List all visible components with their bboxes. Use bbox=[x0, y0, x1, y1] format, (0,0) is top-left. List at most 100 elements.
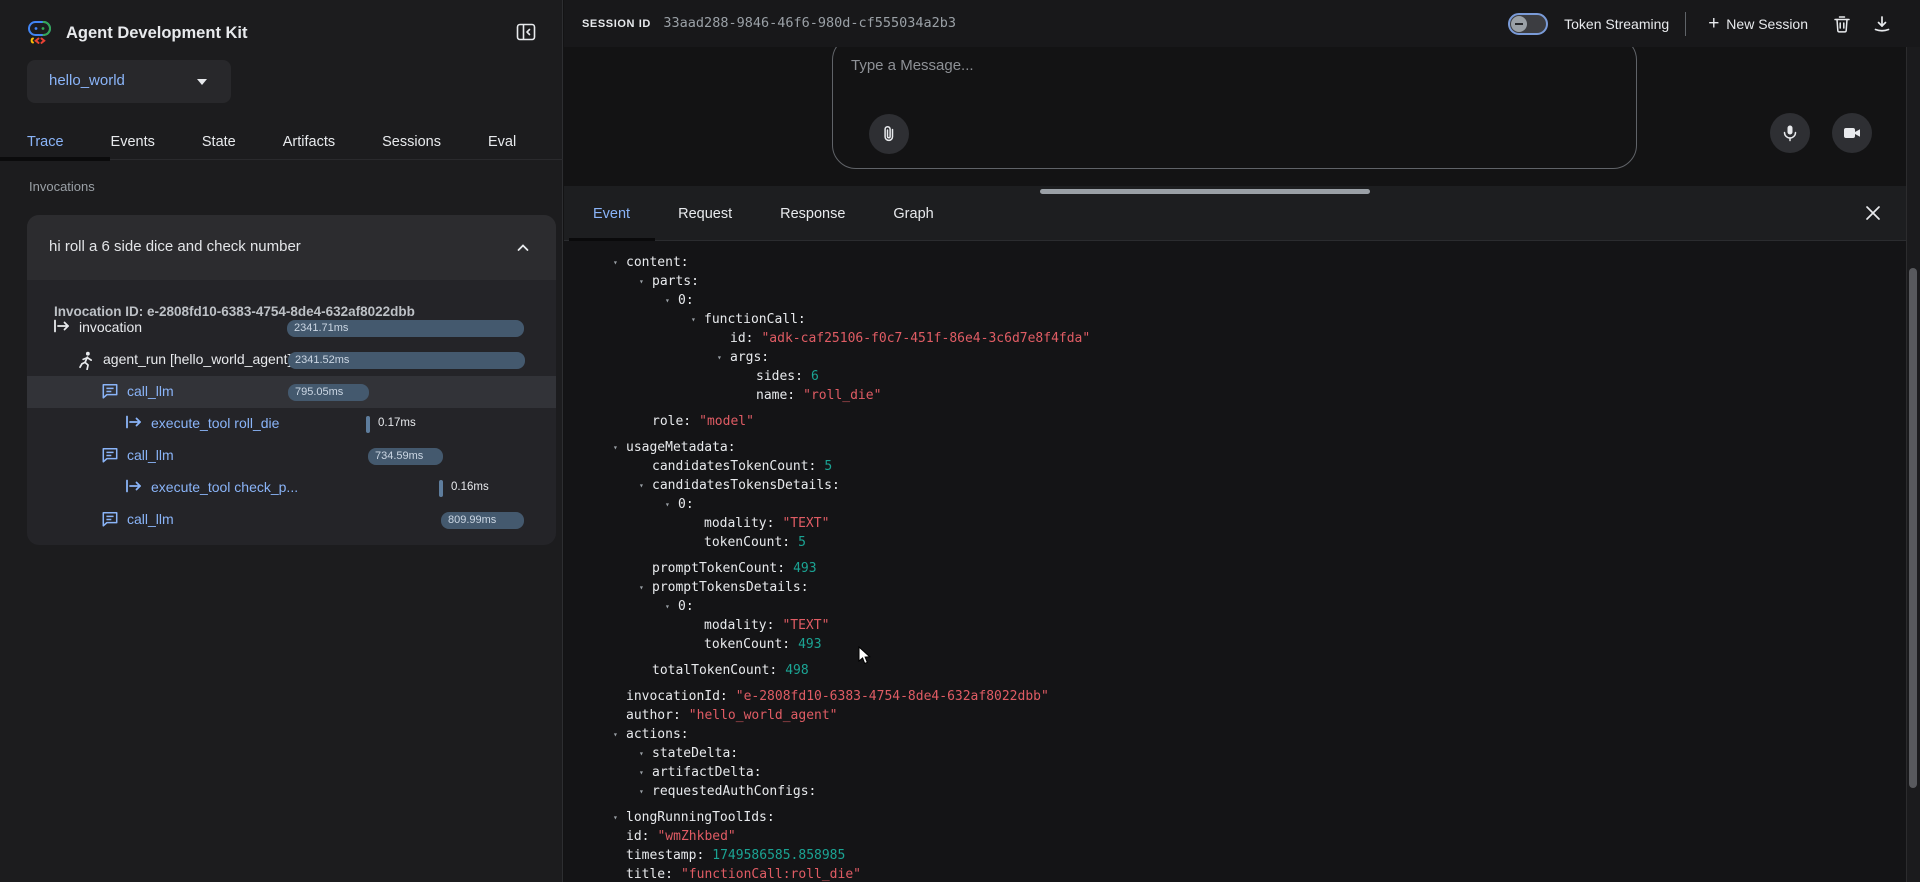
sidebar-tab-state[interactable]: State bbox=[202, 124, 236, 159]
expand-toggle-icon[interactable] bbox=[613, 808, 626, 827]
delete-session-button[interactable] bbox=[1830, 12, 1854, 36]
expand-toggle-icon[interactable] bbox=[639, 763, 652, 782]
trace-duration-bar bbox=[366, 416, 370, 433]
sidebar-tab-artifacts[interactable]: Artifacts bbox=[283, 124, 335, 159]
json-line: 0: bbox=[595, 597, 1904, 616]
token-streaming-toggle[interactable] bbox=[1508, 13, 1548, 35]
sidebar-tab-eval[interactable]: Eval bbox=[488, 124, 516, 159]
detail-tab-response[interactable]: Response bbox=[756, 186, 869, 241]
expand-toggle-icon[interactable] bbox=[665, 597, 678, 616]
trace-row[interactable]: execute_tool check_p... 0.16ms bbox=[27, 472, 556, 504]
json-key: title: bbox=[626, 867, 673, 882]
message-input[interactable]: Type a Message... bbox=[851, 57, 974, 74]
trace-span-label: execute_tool roll_die bbox=[151, 415, 279, 431]
message-composer: Type a Message... bbox=[832, 47, 1637, 169]
collapse-sidebar-icon[interactable] bbox=[514, 21, 538, 45]
adk-robot-logo-icon bbox=[25, 17, 55, 47]
json-key: invocationId: bbox=[626, 689, 728, 704]
json-line: candidatesTokensDetails: bbox=[595, 476, 1904, 495]
expand-toggle-icon[interactable] bbox=[665, 291, 678, 310]
trace-duration-label: 0.16ms bbox=[451, 481, 489, 493]
json-line: actions: bbox=[595, 725, 1904, 744]
expand-toggle-icon[interactable] bbox=[639, 476, 652, 495]
attach-file-button[interactable] bbox=[869, 114, 909, 154]
invocation-card-header[interactable]: hi roll a 6 side dice and check number bbox=[27, 215, 556, 280]
json-line: sides:6 bbox=[595, 367, 1904, 386]
session-id-value: 33aad288-9846-46f6-980d-cf555034a2b3 bbox=[663, 15, 956, 31]
json-value: "e-2808fd10-6383-4754-8de4-632af8022dbb" bbox=[736, 689, 1049, 704]
trace-row[interactable]: agent_run [hello_world_agent]2341.52ms bbox=[27, 344, 556, 376]
json-line: tokenCount:493 bbox=[595, 635, 1904, 654]
new-session-button[interactable]: + New Session bbox=[1702, 15, 1814, 33]
json-key: role: bbox=[652, 414, 691, 429]
json-line: id:"adk-caf25106-f0c7-451f-86e4-3c6d7e8f… bbox=[595, 329, 1904, 348]
trace-duration-bar: 795.05ms bbox=[288, 384, 369, 401]
trace-row[interactable]: execute_tool roll_die0.17ms bbox=[27, 408, 556, 440]
sidebar-tab-sessions[interactable]: Sessions bbox=[382, 124, 441, 159]
expand-toggle-icon[interactable] bbox=[665, 495, 678, 514]
expand-toggle-icon[interactable] bbox=[639, 744, 652, 763]
expand-toggle-icon[interactable] bbox=[639, 578, 652, 597]
detail-tab-request[interactable]: Request bbox=[654, 186, 756, 241]
export-session-button[interactable] bbox=[1870, 12, 1894, 36]
detail-tab-graph[interactable]: Graph bbox=[869, 186, 957, 241]
json-key: candidatesTokensDetails: bbox=[652, 478, 840, 493]
trace-row[interactable]: call_llm809.99ms bbox=[27, 504, 556, 536]
trace-row[interactable]: call_llm795.05ms bbox=[27, 376, 556, 408]
detail-tab-event[interactable]: Event bbox=[569, 186, 654, 241]
json-key: candidatesTokenCount: bbox=[652, 459, 816, 474]
runner-icon bbox=[77, 351, 95, 369]
json-value: "adk-caf25106-f0c7-451f-86e4-3c6d7e8f4fd… bbox=[761, 331, 1090, 346]
bar-arrow-icon bbox=[125, 479, 142, 493]
expand-toggle-icon[interactable] bbox=[691, 310, 704, 329]
json-line: role: "model" bbox=[595, 412, 1904, 431]
adk-web-app: Agent Development Kit hello_world TraceE… bbox=[0, 0, 1920, 882]
json-key: artifactDelta: bbox=[652, 765, 762, 780]
json-key: usageMetadata: bbox=[626, 440, 736, 455]
trace-duration-bar bbox=[439, 480, 443, 497]
sidebar-tab-events[interactable]: Events bbox=[111, 124, 155, 159]
close-detail-button[interactable] bbox=[1864, 204, 1882, 222]
download-icon bbox=[1872, 14, 1892, 34]
json-line: functionCall: bbox=[595, 310, 1904, 329]
json-value: 1749586585.858985 bbox=[712, 848, 845, 863]
sidebar-tab-trace[interactable]: Trace bbox=[27, 124, 64, 159]
json-value: 5 bbox=[798, 535, 806, 550]
json-value: "model" bbox=[699, 414, 754, 429]
invocation-trace-card: hi roll a 6 side dice and check number I… bbox=[27, 215, 556, 545]
json-line: 0: bbox=[595, 495, 1904, 514]
expand-toggle-icon[interactable] bbox=[639, 782, 652, 801]
json-line: title: "functionCall:roll_die" bbox=[595, 865, 1904, 882]
json-key: args: bbox=[730, 350, 769, 365]
vertical-scrollbar[interactable] bbox=[1909, 268, 1917, 788]
json-key: modality: bbox=[704, 618, 774, 633]
json-line: modality:"TEXT" bbox=[595, 514, 1904, 533]
trace-row[interactable]: call_llm734.59ms bbox=[27, 440, 556, 472]
microphone-button[interactable] bbox=[1770, 113, 1810, 153]
topbar-actions: Token Streaming + New Session bbox=[1508, 0, 1894, 47]
json-key: modality: bbox=[704, 516, 774, 531]
expand-toggle-icon[interactable] bbox=[717, 348, 730, 367]
agent-select-dropdown[interactable]: hello_world bbox=[27, 60, 231, 103]
json-line: candidatesTokenCount:5 bbox=[595, 457, 1904, 476]
main-panel: SESSION ID 33aad288-9846-46f6-980d-cf555… bbox=[564, 0, 1920, 882]
sidebar-tabs: Trace Events State Artifacts Sessions Eval bbox=[0, 124, 563, 160]
expand-toggle-icon[interactable] bbox=[639, 272, 652, 291]
trace-duration-label: 795.05ms bbox=[288, 384, 369, 401]
chevron-up-icon[interactable] bbox=[515, 240, 531, 261]
horizontal-scrollbar[interactable] bbox=[1040, 189, 1370, 194]
expand-toggle-icon[interactable] bbox=[613, 725, 626, 744]
event-detail-panel: EventRequestResponseGraph content:parts:… bbox=[564, 186, 1920, 882]
expand-toggle-icon[interactable] bbox=[613, 253, 626, 272]
json-line: id:"wmZhkbed" bbox=[595, 827, 1904, 846]
trace-span-label: execute_tool check_p... bbox=[151, 479, 298, 495]
json-line: artifactDelta: bbox=[595, 763, 1904, 782]
json-key: parts: bbox=[652, 274, 699, 289]
json-key: id: bbox=[626, 829, 649, 844]
trace-duration-bar: 809.99ms bbox=[441, 512, 524, 529]
video-button[interactable] bbox=[1832, 113, 1872, 153]
expand-toggle-icon[interactable] bbox=[613, 438, 626, 457]
trace-span-label: call_llm bbox=[127, 447, 174, 463]
json-value: "functionCall:roll_die" bbox=[681, 867, 861, 882]
trace-row[interactable]: invocation2341.71ms bbox=[27, 312, 556, 344]
